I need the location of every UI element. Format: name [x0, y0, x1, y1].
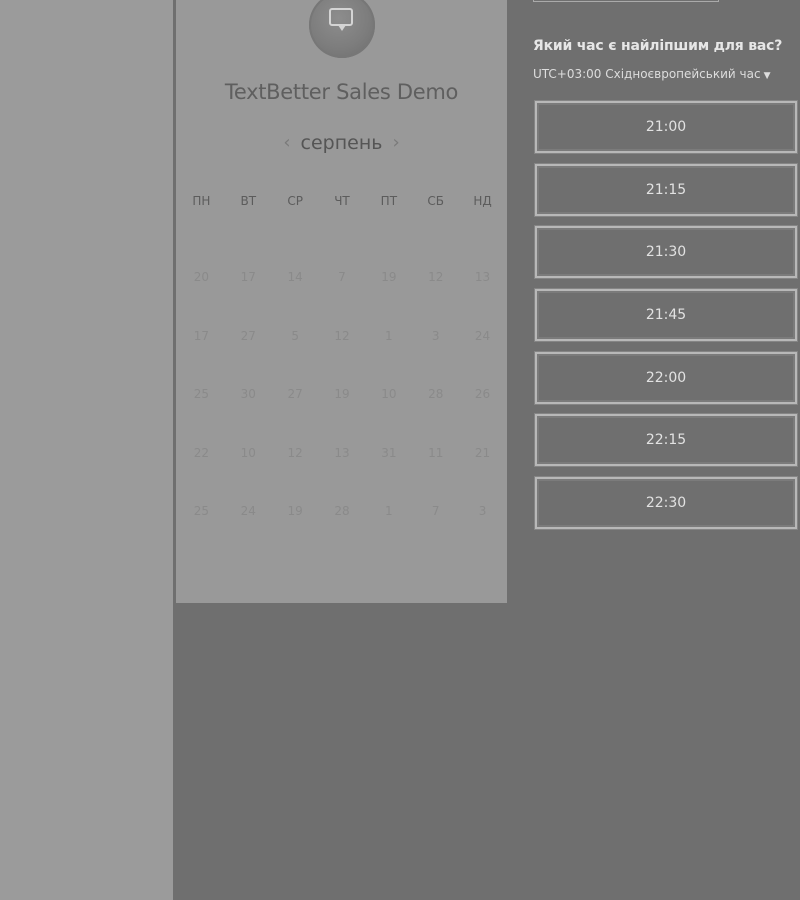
weekday-label: СБ	[427, 194, 445, 208]
weekday-label: ПТ	[380, 194, 398, 208]
calendar-day: 3	[478, 504, 487, 518]
calendar-day: 31	[381, 445, 397, 460]
calendar-day: 25	[193, 504, 210, 518]
booking-title: TextBetter Sales Demo	[224, 80, 459, 104]
scrolled-slot-edge	[533, 0, 719, 2]
weekday-label: ПН	[192, 194, 211, 208]
calendar-day: 22	[193, 445, 210, 460]
caret-down-icon: ▼	[763, 71, 771, 81]
calendar-day: 10	[240, 445, 256, 460]
time-slot-button[interactable]: 22:15	[535, 414, 797, 467]
calendar-day: 12	[334, 328, 350, 343]
calendar-day: 25	[193, 387, 210, 401]
calendar-day: 19	[287, 504, 303, 518]
calendar-day: 5	[291, 328, 299, 343]
weekday-label: СР	[287, 194, 303, 208]
time-slot-list: 21:00 21:15 21:30 21:45 22:00 22:15 22:3…	[535, 101, 797, 540]
calendar-day: 21	[474, 445, 491, 460]
calendar-day: 28	[334, 504, 350, 518]
calendar-day: 1	[385, 504, 393, 518]
calendar-day: 13	[474, 270, 491, 284]
calendar-day: 11	[428, 445, 444, 460]
chat-bubble-icon	[329, 8, 353, 31]
calendar-day: 27	[240, 328, 256, 343]
calendar-day: 26	[474, 387, 491, 401]
calendar-day: 7	[431, 504, 440, 518]
calendar-day: 24	[474, 328, 491, 343]
time-slot-button[interactable]: 22:30	[535, 477, 797, 530]
calendar-day: 27	[287, 387, 303, 401]
month-label: серпень	[300, 132, 383, 154]
calendar-day: 19	[381, 270, 397, 284]
time-slot-button[interactable]: 21:45	[535, 289, 797, 342]
calendar-day: 13	[334, 445, 350, 460]
chevron-left-icon[interactable]: ‹	[283, 134, 290, 152]
time-slot-button[interactable]: 21:15	[535, 163, 797, 216]
calendar-day: 1	[385, 328, 393, 343]
weekday-label: НД	[473, 194, 492, 208]
calendar-day: 24	[240, 504, 256, 518]
calendar-day: 28	[428, 387, 444, 401]
calendar-day: 10	[381, 387, 397, 401]
calendar-day: 7	[338, 270, 346, 284]
calendar-day: 30	[240, 387, 256, 401]
month-navigation: ‹ серпень ›	[176, 128, 507, 158]
time-picker-heading: Який час є найліпшим для вас?	[533, 38, 783, 54]
weekday-label: ВТ	[240, 194, 257, 208]
left-gutter	[0, 0, 173, 900]
calendar-day: 3	[431, 328, 440, 343]
timezone-label: UTC+03:00 Східноєвропейський час	[533, 67, 761, 81]
calendar-day: 17	[193, 328, 210, 343]
time-slot-button[interactable]: 22:00	[535, 351, 797, 404]
calendar-days-grid: 20 17 14 7 19 12 13 17 27 5 12 1 3 24 25…	[178, 248, 506, 541]
time-slot-button[interactable]: 21:00	[535, 101, 797, 153]
weekday-label: ЧТ	[334, 194, 350, 208]
calendar-day: 19	[334, 387, 350, 401]
timezone-selector[interactable]: UTC+03:00 Східноєвропейський час ▼	[533, 67, 770, 81]
chevron-right-icon[interactable]: ›	[392, 134, 399, 152]
time-slot-button[interactable]: 21:30	[535, 226, 797, 279]
calendar-day: 20	[193, 270, 210, 284]
weekday-header: ПН ВТ СР ЧТ ПТ СБ НД	[178, 194, 506, 212]
calendar-day: 14	[287, 270, 303, 284]
calendar-day: 12	[287, 445, 303, 460]
calendar-day: 17	[240, 270, 256, 284]
calendar-day: 12	[428, 270, 444, 284]
